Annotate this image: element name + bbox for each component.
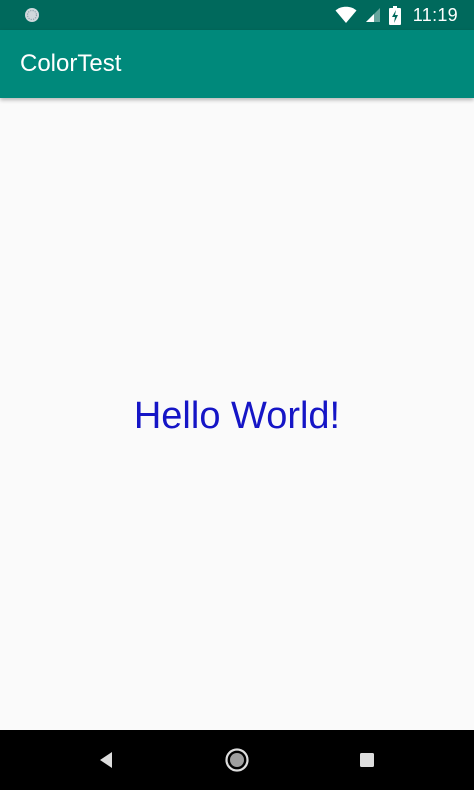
home-button[interactable]	[207, 730, 267, 790]
status-bar: 11:19	[0, 0, 474, 30]
main-content: Hello World!	[0, 98, 474, 730]
navigation-bar	[0, 730, 474, 790]
home-icon	[225, 748, 249, 772]
notification-dot-icon	[25, 8, 39, 22]
battery-charging-icon	[388, 5, 401, 25]
status-clock: 11:19	[412, 4, 458, 25]
hello-text: Hello World!	[133, 395, 341, 437]
cell-signal-icon	[365, 8, 380, 22]
phone-screen: 11:19 ColorTest Hello World!	[0, 0, 474, 790]
recents-button[interactable]	[337, 730, 397, 790]
recents-icon	[360, 753, 374, 767]
app-bar: ColorTest	[0, 30, 474, 98]
app-title: ColorTest	[20, 50, 122, 77]
back-icon	[100, 752, 112, 768]
wifi-icon	[335, 6, 357, 24]
status-icons: 11:19	[335, 0, 458, 30]
back-button[interactable]	[76, 730, 136, 790]
